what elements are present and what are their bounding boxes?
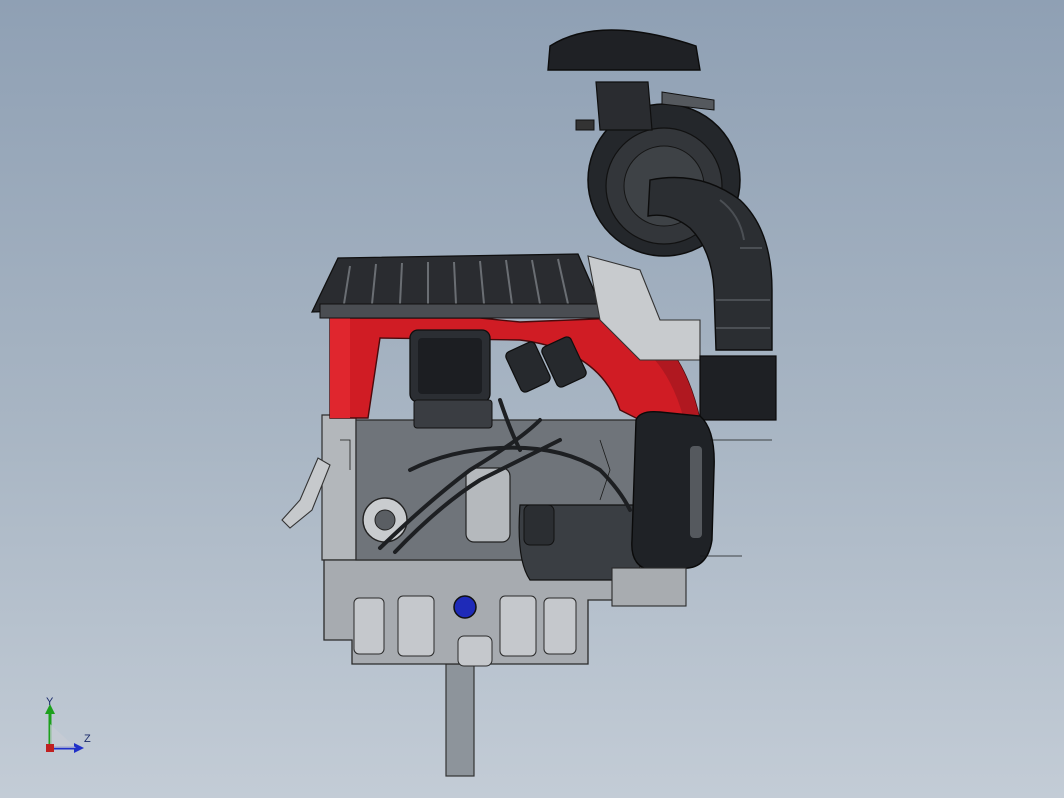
output-shaft	[445, 663, 475, 777]
graphics-viewport[interactable]: Y Z	[0, 0, 1064, 798]
air-box	[699, 355, 777, 421]
intake-cap	[547, 29, 701, 71]
lower-bracket	[611, 567, 687, 607]
left-side-cover	[321, 414, 357, 561]
engine-model[interactable]	[0, 0, 1064, 798]
oil-filter	[465, 467, 511, 543]
z-axis-label: Z	[84, 733, 91, 745]
coordinate-triad-icon: Y Z	[36, 696, 106, 760]
y-axis-label: Y	[46, 696, 54, 708]
intake-neck	[595, 81, 653, 131]
oil-fill-cap	[453, 595, 477, 619]
